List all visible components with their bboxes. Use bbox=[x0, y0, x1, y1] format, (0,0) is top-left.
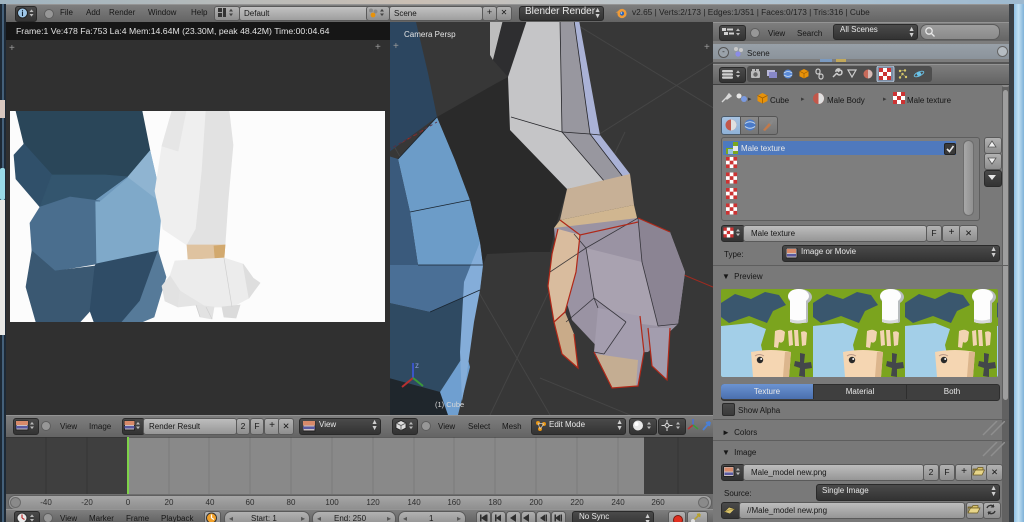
svg-text:80: 80 bbox=[287, 498, 296, 507]
svg-text:200: 200 bbox=[529, 498, 543, 507]
svg-text:20: 20 bbox=[165, 498, 174, 507]
svg-text:(1) Cube: (1) Cube bbox=[435, 400, 464, 409]
svg-text:220: 220 bbox=[570, 498, 584, 507]
svg-text:140: 140 bbox=[407, 498, 421, 507]
svg-text:60: 60 bbox=[246, 498, 255, 507]
svg-text:+: + bbox=[704, 42, 710, 53]
svg-text:-40: -40 bbox=[40, 498, 52, 507]
svg-text:240: 240 bbox=[611, 498, 625, 507]
svg-text:160: 160 bbox=[447, 498, 461, 507]
svg-text:100: 100 bbox=[325, 498, 339, 507]
svg-text:120: 120 bbox=[366, 498, 380, 507]
svg-text:40: 40 bbox=[206, 498, 215, 507]
svg-text:z: z bbox=[415, 361, 419, 370]
svg-text:180: 180 bbox=[488, 498, 502, 507]
svg-text:+: + bbox=[393, 41, 399, 52]
svg-text:0: 0 bbox=[126, 498, 131, 507]
svg-text:260: 260 bbox=[651, 498, 665, 507]
svg-text:i: i bbox=[21, 9, 23, 18]
svg-text:-20: -20 bbox=[81, 498, 93, 507]
svg-text:Camera Persp: Camera Persp bbox=[404, 30, 456, 39]
